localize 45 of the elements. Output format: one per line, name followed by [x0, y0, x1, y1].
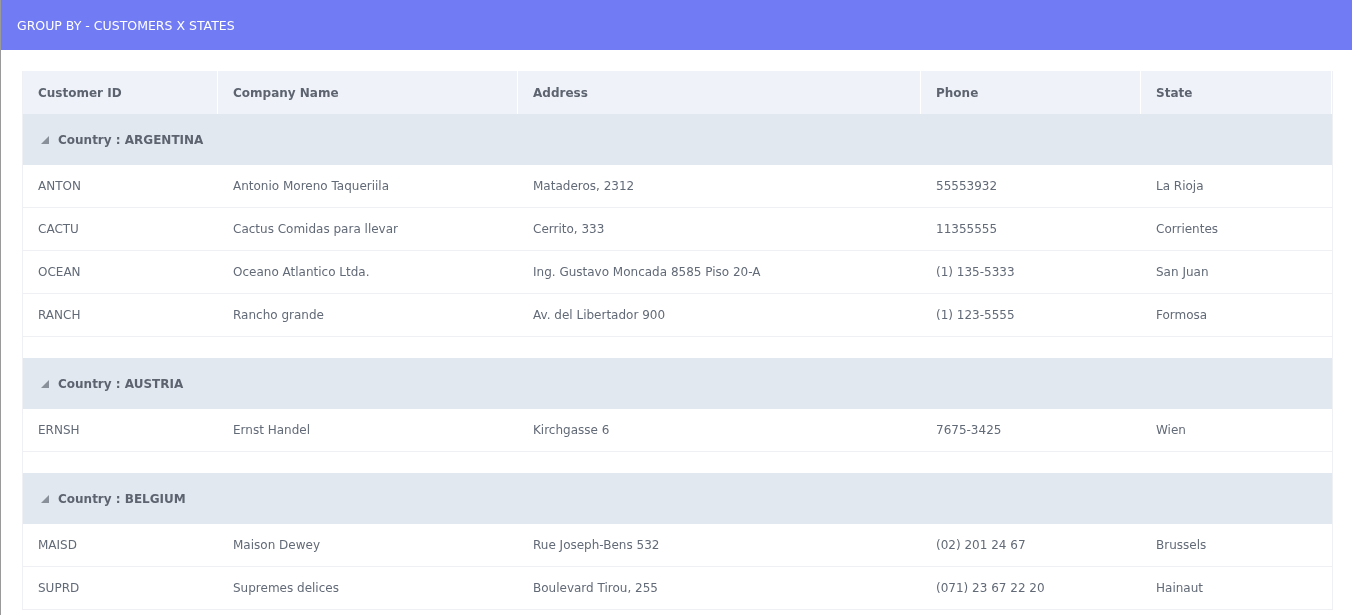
- table-cell-text: CACTU: [37, 221, 80, 238]
- expand-triangle-icon[interactable]: [41, 135, 49, 144]
- table-cell-text: Av. del Libertador 900: [532, 307, 667, 324]
- group-row[interactable]: Country : ARGENTINA: [23, 114, 1332, 165]
- table-cell-text: 7675-3425: [935, 422, 1003, 439]
- group-label: Country : AUSTRIA: [58, 376, 184, 391]
- table-cell-text: Mataderos, 2312: [532, 178, 636, 195]
- table-cell-text: Boulevard Tirou, 255: [532, 580, 659, 597]
- table-cell-text: Ernst Handel: [232, 422, 311, 439]
- table-cell-text: Formosa: [1155, 307, 1209, 324]
- table-cell-text: (071) 23 67 22 20: [935, 580, 1046, 597]
- table-cell-text: 55553932: [935, 178, 999, 195]
- table-cell-text: (1) 123-5555: [935, 307, 1016, 324]
- table-cell-text: Kirchgasse 6: [532, 422, 611, 439]
- table-cell-text: San Juan: [1155, 264, 1210, 281]
- group-label: Country : BELGIUM: [58, 491, 186, 506]
- group-row[interactable]: Country : BELGIUM: [23, 473, 1332, 524]
- table-cell-text: Rue Joseph-Bens 532: [532, 537, 661, 554]
- table-cell-text: Brussels: [1155, 537, 1208, 554]
- table-cell-text: Maison Dewey: [232, 537, 321, 554]
- expand-triangle-icon[interactable]: [41, 494, 49, 503]
- expand-triangle-icon[interactable]: [41, 379, 49, 388]
- table-cell-text: OCEAN: [37, 264, 82, 281]
- table-cell-text: SUPRD: [37, 580, 81, 597]
- table-cell-text: 11355555: [935, 221, 999, 238]
- group-row[interactable]: Country : AUSTRIA: [23, 358, 1332, 409]
- table-cell-text: Hainaut: [1155, 580, 1204, 597]
- table-cell-text: MAISD: [37, 537, 78, 554]
- table-cell-text: Cerrito, 333: [532, 221, 606, 238]
- table-cell-text: Ing. Gustavo Moncada 8585 Piso 20-A: [532, 264, 762, 281]
- table-cell-text: ERNSH: [37, 422, 81, 439]
- table-cell-text: Wien: [1155, 422, 1187, 439]
- table-cell-text: Rancho grande: [232, 307, 325, 324]
- table-cell-text: (1) 135-5333: [935, 264, 1016, 281]
- table-cell-text: Antonio Moreno Taqueriila: [232, 178, 391, 195]
- table-cell-text: Supremes delices: [232, 580, 340, 597]
- table-cell-text: RANCH: [37, 307, 82, 324]
- table-cell-text: (02) 201 24 67: [935, 537, 1027, 554]
- group-label: Country : ARGENTINA: [58, 132, 204, 147]
- table-cell-text: Cactus Comidas para llevar: [232, 221, 399, 238]
- table-cell-text: Oceano Atlantico Ltda.: [232, 264, 371, 281]
- page-title: GROUP BY - CUSTOMERS X STATES: [17, 17, 235, 33]
- table-cell-text: La Rioja: [1155, 178, 1205, 195]
- table-cell-text: ANTON: [37, 178, 82, 195]
- table-cell-text: Corrientes: [1155, 221, 1220, 238]
